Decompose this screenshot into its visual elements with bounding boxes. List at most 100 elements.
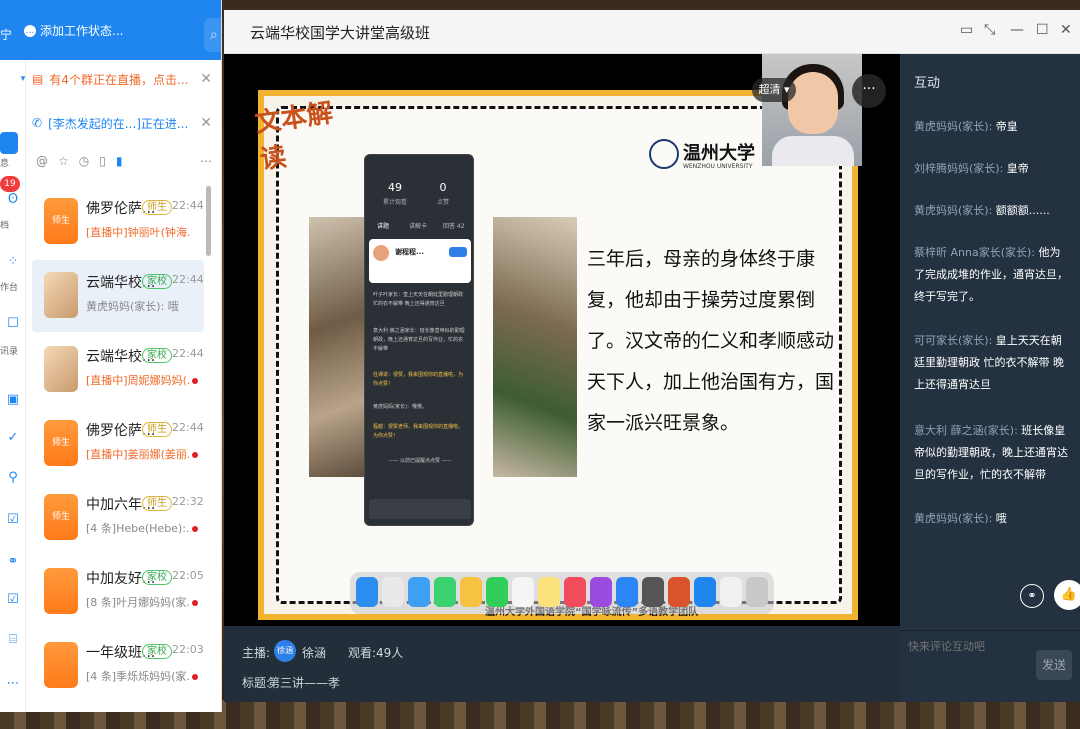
nav-workbench-icon[interactable]: ⁘ bbox=[0, 254, 26, 269]
conversation-time: 22:05 bbox=[172, 569, 204, 582]
conversation-time: 22:44 bbox=[172, 199, 204, 212]
lesson-slide: 温州大学 WENZHOU UNIVERSITY 三年后，母亲的身体终于康复，他却… bbox=[253, 90, 858, 620]
trash-icon bbox=[746, 577, 768, 607]
comment-item: 刘梓腾妈妈(家长): 皇帝 bbox=[914, 158, 1070, 180]
university-name-en: WENZHOU UNIVERSITY bbox=[683, 163, 753, 170]
nav-apps-icon[interactable] bbox=[0, 132, 18, 154]
phone-stat-label: 累计观看 bbox=[382, 199, 407, 206]
nav-more-icon[interactable]: ⋯ bbox=[0, 676, 26, 691]
video-stage[interactable]: 温州大学 WENZHOU UNIVERSITY 三年后，母亲的身体终于康复，他却… bbox=[224, 54, 900, 626]
conversation-item[interactable]: 云端华校... 家校 22:44 [直播中]周妮娜妈妈(... bbox=[32, 334, 204, 406]
close-icon[interactable]: ✕ bbox=[200, 115, 212, 131]
nav-docs-icon[interactable]: ʘ bbox=[0, 192, 26, 207]
at-icon[interactable]: @ bbox=[36, 154, 48, 174]
nav-pin-icon[interactable]: ⚲ bbox=[0, 470, 26, 485]
phone-message: 意大利 薛之涵家长：班长像皇帝似的勤理朝政，晚上还通宵达旦的写作业，忙的衣不解带 bbox=[373, 328, 465, 352]
host-name: 徐涵 bbox=[302, 646, 327, 660]
group-avatar: 师生 bbox=[44, 420, 78, 466]
conversation-preview: [4 条]Hebe(Hebe):... bbox=[86, 522, 191, 535]
doc-icon[interactable]: ▮ bbox=[116, 154, 123, 174]
comment-item: 蔡梓昕 Anna家长(家长): 他为了完成成堆的作业，通宵达旦，终于写完了。 bbox=[914, 242, 1070, 308]
conversation-time: 22:03 bbox=[172, 643, 204, 656]
conversation-item-selected[interactable]: 云端华校... 家校 22:44 黄虎妈妈(家长): 哦 bbox=[32, 260, 204, 332]
clock-icon[interactable]: ◷ bbox=[79, 154, 89, 174]
send-button[interactable]: 发送 bbox=[1036, 650, 1072, 680]
conversation-preview: 黄虎妈妈(家长): 哦 bbox=[86, 300, 179, 313]
conversation-scrollbar[interactable] bbox=[206, 186, 211, 256]
teacher-camera[interactable] bbox=[762, 54, 862, 166]
messages-icon bbox=[434, 577, 456, 607]
teacher-shirt bbox=[772, 136, 854, 166]
slide-text: 三年后，母亲的身体终于康复，他却由于操劳过度累倒了。汉文帝的仁义和孝顺感动天下人… bbox=[587, 248, 835, 434]
comment-item: 意大利 薛之涵(家长): 班长像皇帝似的勤理朝政，晚上还通宵达旦的写作业，忙的衣… bbox=[914, 420, 1070, 486]
divider bbox=[900, 630, 1080, 631]
close-icon[interactable]: ✕ bbox=[200, 71, 212, 87]
minimize-icon[interactable]: — bbox=[1010, 22, 1024, 38]
launchpad-icon bbox=[382, 577, 404, 607]
comment-author: 黄虎妈妈(家长): bbox=[914, 120, 993, 133]
link-icon[interactable]: ⚭ bbox=[1020, 584, 1044, 608]
nav-mail-icon[interactable]: ⌸ bbox=[0, 632, 26, 647]
meeting-notice-banner[interactable]: ✆ [李杰发起的在...]正在进... ✕ bbox=[32, 106, 212, 140]
phone-card-avatar bbox=[373, 245, 389, 261]
conversation-item[interactable]: 师生 中加六年... 师生 22:32 [4 条]Hebe(Hebe):... bbox=[32, 482, 204, 554]
dingtalk-icon bbox=[694, 577, 716, 607]
star-icon[interactable]: ☆ bbox=[58, 154, 69, 174]
chevron-down-icon[interactable]: ▾ bbox=[18, 74, 28, 84]
conversation-item[interactable]: 师生 佛罗伦萨... 师生 22:44 [直播中]姜丽娜(姜丽... bbox=[32, 408, 204, 480]
group-avatar bbox=[44, 642, 78, 688]
viewers-count: 49人 bbox=[376, 646, 404, 660]
nav-todo-icon[interactable]: ✓ bbox=[0, 430, 26, 445]
comment-item: 黄虎妈妈(家长): 哦 bbox=[914, 508, 1070, 530]
quality-button[interactable]: 超清 ▾ bbox=[752, 78, 796, 102]
comment-item: 黄虎妈妈(家长): 额额额...... bbox=[914, 200, 1070, 222]
live-notice-text: 有4个群正在直播，点击... bbox=[49, 72, 189, 87]
conversation-item[interactable]: 一年级班... 家校 22:03 [4 条]季烁烁妈妈(家... bbox=[32, 630, 204, 702]
nav-workbench-label: 作台 bbox=[0, 283, 19, 293]
comment-input[interactable] bbox=[908, 636, 1028, 656]
more-options-button[interactable]: ··· bbox=[852, 74, 886, 108]
more-icon: ··· bbox=[862, 81, 876, 97]
conversation-item[interactable]: 中加友好... 家校 22:05 [8 条]叶月娜妈妈(家... bbox=[32, 556, 204, 628]
group-avatar bbox=[44, 346, 78, 392]
nav-link-icon[interactable]: ⚭ bbox=[0, 554, 26, 569]
group-tag: 家校 bbox=[142, 644, 172, 659]
close-icon[interactable]: ✕ bbox=[1060, 22, 1072, 38]
maximize-icon[interactable]: ☐ bbox=[1036, 22, 1049, 38]
comment-item: 黄虎妈妈(家长): 帝皇 bbox=[914, 116, 1070, 138]
nav-calendar-icon[interactable]: ▣ bbox=[0, 392, 26, 407]
user-name: 宁 bbox=[0, 28, 13, 42]
interaction-panel: 互动 黄虎妈妈(家长): 帝皇 刘梓腾妈妈(家长): 皇帝 黄虎妈妈(家长): … bbox=[900, 54, 1080, 702]
notes-icon bbox=[538, 577, 560, 607]
nav-contacts-label: 讯录 bbox=[0, 347, 19, 357]
work-status-button[interactable]: … 添加工作状态... bbox=[24, 22, 123, 39]
conversation-preview: [8 条]叶月娜妈妈(家... bbox=[86, 596, 191, 609]
host-label: 主播: bbox=[242, 646, 271, 660]
fullscreen-icon[interactable]: ⤡ bbox=[984, 22, 995, 38]
group-tag: 家校 bbox=[142, 348, 172, 363]
phone-user-card: 谢程程... bbox=[369, 239, 471, 283]
phone-stat-value: 0 bbox=[439, 181, 447, 194]
search-button[interactable]: ⌕ bbox=[204, 18, 221, 52]
live-notice-icon: ▤ bbox=[32, 72, 44, 86]
music-icon bbox=[564, 577, 586, 607]
nav-task-icon[interactable]: ☑ bbox=[0, 512, 26, 527]
more-icon[interactable]: ⋯ bbox=[200, 154, 212, 174]
phone-message: 任课讲：很赞，我来围观你的直播啦，为你点赞！ bbox=[373, 372, 464, 387]
unread-dot bbox=[192, 674, 198, 680]
nav-check-icon[interactable]: ☑ bbox=[0, 592, 26, 607]
nav-contacts-icon[interactable]: ☐ bbox=[0, 316, 26, 331]
file-icon[interactable]: ▯ bbox=[99, 154, 106, 174]
like-icon[interactable]: 👍 bbox=[1054, 580, 1080, 610]
live-notice-banner[interactable]: ▤ 有4个群正在直播，点击... ✕ bbox=[32, 62, 212, 96]
live-title-bar: 云端华校国学大讲堂高级班 ▭ ⤡ — ☐ ✕ bbox=[224, 10, 1080, 54]
feedback-icon[interactable]: ▭ bbox=[960, 22, 973, 38]
quality-label: 超清 bbox=[758, 83, 781, 96]
phone-icon: ✆ bbox=[32, 116, 43, 130]
teacher-face bbox=[788, 72, 838, 134]
phone-message: 黄虎妈妈(家长)：哦哦。 bbox=[373, 404, 427, 410]
mac-dock bbox=[350, 572, 774, 614]
reminders-icon bbox=[512, 577, 534, 607]
conversation-item[interactable]: 师生 佛罗伦萨... 师生 22:44 [直播中]钟丽叶(钟海... bbox=[32, 186, 204, 258]
comment-author: 刘梓腾妈妈(家长): bbox=[914, 162, 1004, 175]
